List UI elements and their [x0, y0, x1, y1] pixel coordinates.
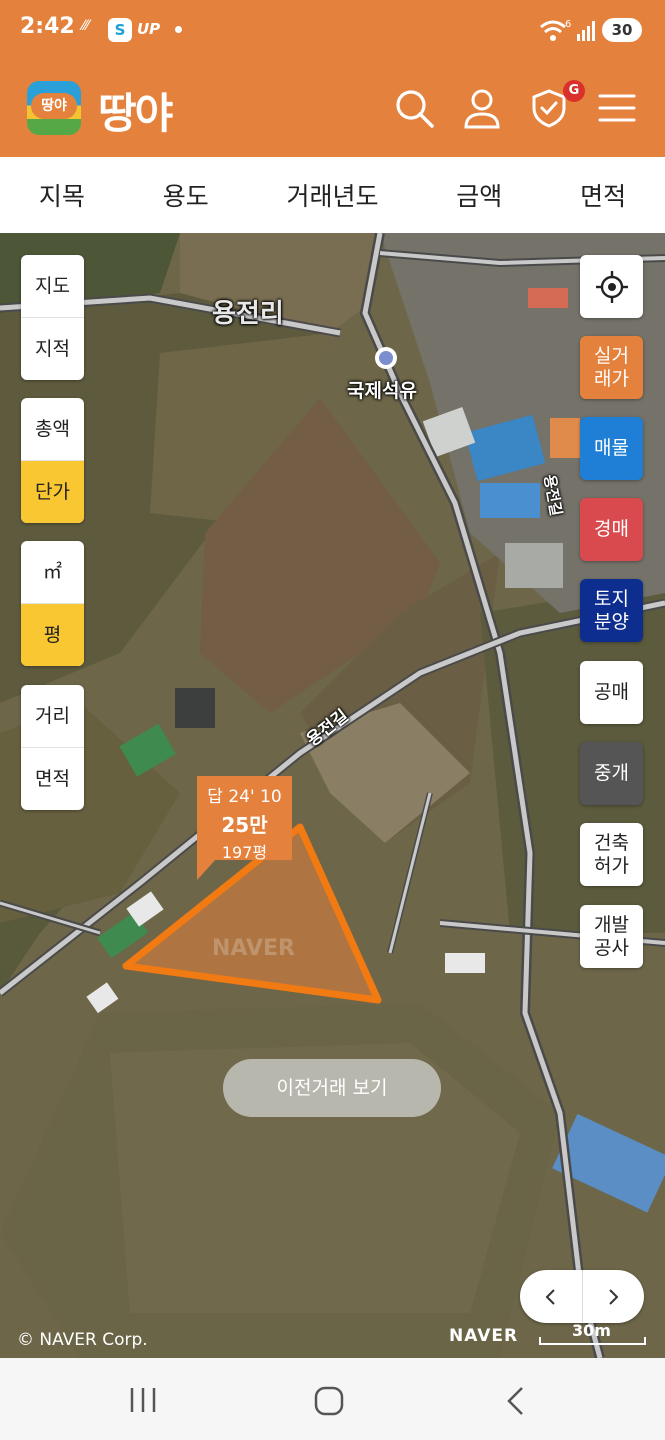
scale-bar [539, 1337, 646, 1345]
price-mode-total[interactable]: 총액 [21, 398, 84, 461]
map-copyright: © NAVER Corp. [17, 1330, 148, 1350]
logo-badge-text: 땅야 [31, 93, 77, 119]
battery-indicator: 30 [602, 18, 642, 42]
notification-badge: G [563, 80, 585, 102]
my-location-button[interactable] [580, 255, 643, 318]
filter-price[interactable]: 금액 [456, 177, 502, 213]
recent-apps-icon[interactable] [128, 1386, 158, 1414]
search-icon[interactable] [392, 86, 436, 130]
naver-logo: NAVER [449, 1326, 519, 1346]
measure-area[interactable]: 면적 [21, 748, 84, 810]
data-saver-icon: ⁄⁄⁄ [82, 18, 90, 34]
poi-label: 국제석유 [347, 380, 417, 402]
brokerage-button[interactable]: 중개 [580, 742, 643, 805]
wifi-icon: 6 [540, 19, 571, 41]
status-bar: 2:42 ⁄⁄⁄ S UP 6 30 [0, 0, 665, 62]
public-sale-button[interactable]: 공매 [580, 661, 643, 724]
app-header: 땅야 땅야 [0, 62, 665, 157]
filter-usage[interactable]: 용도 [163, 177, 209, 213]
filter-area[interactable]: 면적 [580, 177, 626, 213]
previous-trades-button[interactable]: 이전거래 보기 [223, 1059, 441, 1117]
parcel-pager [520, 1270, 644, 1323]
clock: 2:42 [20, 14, 75, 39]
user-icon[interactable] [460, 86, 504, 130]
building-permit-button[interactable]: 건축 허가 [580, 823, 643, 886]
signal-icon [577, 21, 595, 41]
chevron-left-icon [545, 1288, 555, 1305]
map-imagery: NAVER [0, 233, 665, 1358]
map-watermark: NAVER [212, 936, 295, 961]
village-label: 용전리 [212, 299, 284, 329]
auction-button[interactable]: 경매 [580, 498, 643, 561]
prev-arrow-button[interactable] [520, 1270, 583, 1323]
map-type-map[interactable]: 지도 [21, 255, 84, 318]
location-target-icon [595, 270, 628, 303]
parcel-tag-category-date: 답 24' 10 [207, 787, 282, 807]
app-logo-text[interactable]: 땅야 [98, 80, 173, 141]
system-nav-bar [0, 1358, 665, 1440]
app-logo-icon[interactable]: 땅야 [27, 81, 81, 135]
filter-trade-year[interactable]: 거래년도 [286, 177, 378, 213]
listings-button[interactable]: 매물 [580, 417, 643, 480]
parcel-tag-pointer [197, 858, 217, 880]
chevron-right-icon [609, 1288, 619, 1305]
app-badge: S [108, 18, 132, 42]
filter-bar: 지목 용도 거래년도 금액 면적 [0, 157, 665, 233]
price-mode-unit[interactable]: 단가 [21, 461, 84, 523]
unit-toggle: ㎡ 평 [21, 541, 84, 666]
menu-icon[interactable] [595, 86, 639, 130]
land-sale-button[interactable]: 토지 분양 [580, 579, 643, 642]
measure-toggle: 거리 면적 [21, 685, 84, 810]
filter-land-category[interactable]: 지목 [39, 177, 85, 213]
parcel-price-tag[interactable]: 답 24' 10 25만 197평 [197, 776, 292, 862]
satellite-map[interactable]: NAVER 용전리 국제석유 용전길 용전길 지도 지적 총액 단가 ㎡ 평 거… [0, 233, 665, 1358]
measure-distance[interactable]: 거리 [21, 685, 84, 748]
parcel-tag-price: 25만 [221, 813, 268, 837]
price-mode-toggle: 총액 단가 [21, 398, 84, 523]
back-icon[interactable] [504, 1385, 528, 1417]
notification-dot [175, 26, 182, 33]
unit-square-meter[interactable]: ㎡ [21, 541, 84, 604]
actual-trade-button[interactable]: 실거 래가 [580, 336, 643, 399]
home-icon[interactable] [314, 1386, 346, 1416]
unit-pyeong[interactable]: 평 [21, 604, 84, 666]
development-button[interactable]: 개발 공사 [580, 905, 643, 968]
next-arrow-button[interactable] [583, 1270, 645, 1323]
signal-label: 6 [565, 19, 571, 30]
app-badge-text: UP [137, 20, 161, 38]
map-type-toggle: 지도 지적 [21, 255, 84, 380]
map-type-cadastral[interactable]: 지적 [21, 318, 84, 380]
